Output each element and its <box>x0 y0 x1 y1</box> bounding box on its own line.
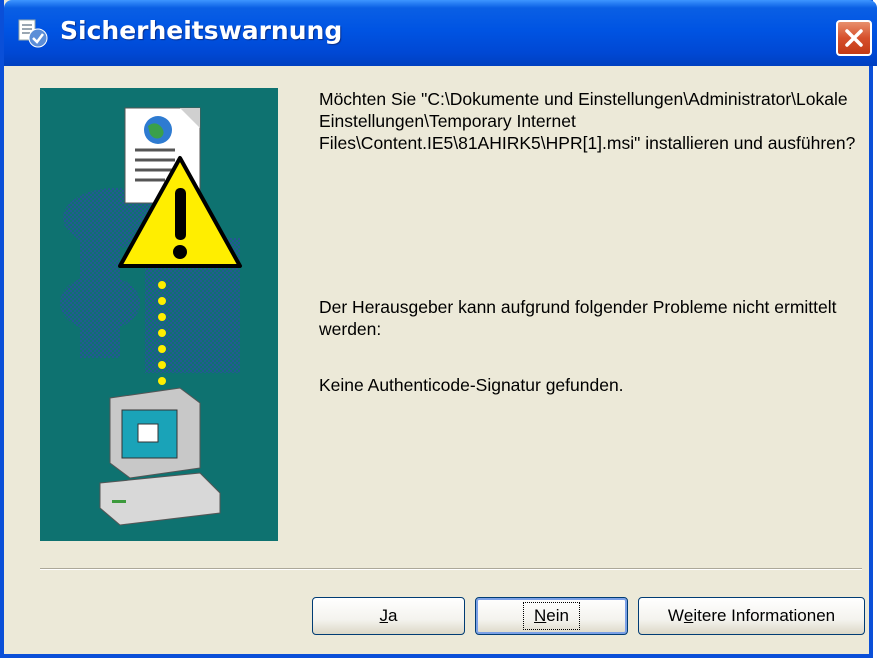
info-label-before: W <box>667 606 684 625</box>
no-accel: N <box>534 606 547 625</box>
close-icon <box>845 29 863 47</box>
yes-button[interactable]: Ja <box>312 597 465 635</box>
separator <box>40 568 862 570</box>
no-label-rest: ein <box>546 606 569 625</box>
security-shield-icon <box>18 19 48 48</box>
security-warning-dialog: Sicherheitswarnung Möchten Sie "C:\Dokum… <box>0 0 877 658</box>
illustration-art <box>60 107 242 526</box>
warning-download-illustration <box>40 88 278 541</box>
yes-label-rest: a <box>388 606 398 625</box>
info-accel: e <box>683 606 694 625</box>
no-button[interactable]: Nein <box>475 597 628 635</box>
publisher-problem-text: Der Herausgeber kann aufgrund folgender … <box>319 297 837 339</box>
yes-accel: J <box>379 606 389 625</box>
close-button[interactable] <box>836 20 872 56</box>
signature-status-text: Keine Authenticode-Signatur gefunden. <box>319 375 624 395</box>
window-title: Sicherheitswarnung <box>60 16 343 45</box>
title-bar[interactable]: Sicherheitswarnung <box>4 0 877 66</box>
more-info-button[interactable]: We itere Informationen <box>638 597 865 635</box>
install-question-text: Möchten Sie "C:\Dokumente und Einstellun… <box>319 89 856 153</box>
info-label-rest: itere Informationen <box>693 606 836 625</box>
focus-rect: Nein <box>523 602 580 630</box>
